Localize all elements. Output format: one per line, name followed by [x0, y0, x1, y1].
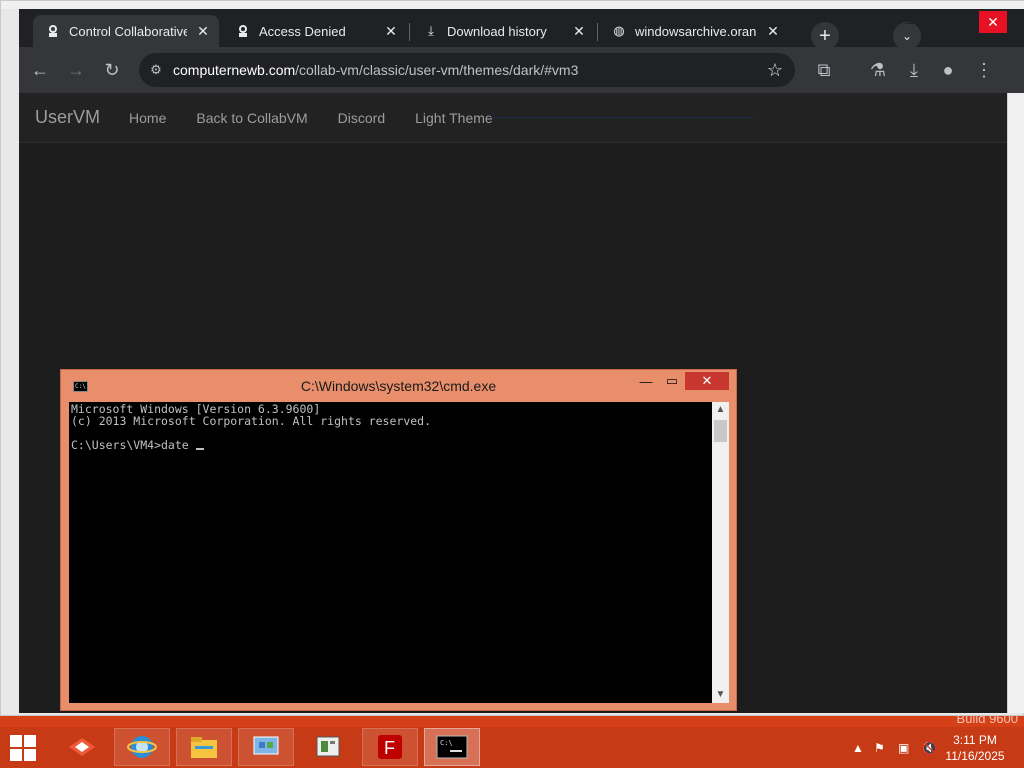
svg-text:C:\: C:\	[440, 739, 453, 747]
cmd-maximize-icon[interactable]: ▭	[659, 372, 685, 390]
clock-time: 3:11 PM	[953, 733, 997, 747]
action-center-flag-icon[interactable]: ⚑	[874, 727, 885, 768]
console-line: (c) 2013 Microsoft Corporation. All righ…	[71, 414, 432, 428]
downloads-icon[interactable]: ⤓	[901, 57, 927, 83]
browser-toolbar: ← → ↻ ⚙ computernewb.com/collab-vm/class…	[19, 47, 1024, 93]
network-icon[interactable]: ▣	[898, 727, 909, 768]
download-icon: ⤓	[428, 23, 434, 38]
cmd-taskbar-icon[interactable]: C:\	[424, 728, 480, 766]
svg-text:F: F	[384, 738, 395, 758]
cmd-close-button[interactable]: ✕	[685, 372, 729, 390]
bookmark-star-icon[interactable]: ☆	[767, 60, 783, 81]
tab-access-denied[interactable]: Access Denied ✕	[223, 15, 407, 47]
url-host: computernewb.com	[173, 62, 296, 78]
address-url[interactable]: computernewb.com/collab-vm/classic/user-…	[173, 62, 578, 78]
menu-kebab-icon[interactable]: ⋮	[971, 57, 997, 83]
new-tab-button[interactable]: +	[811, 22, 839, 50]
nav-home[interactable]: Home	[114, 110, 181, 126]
extensions-icon[interactable]: ⧉	[811, 57, 837, 83]
filezilla-icon[interactable]: F	[362, 728, 418, 766]
browser-scrollbar[interactable]	[1007, 93, 1024, 713]
forward-arrow-icon[interactable]: →	[63, 57, 89, 83]
scroll-down-icon[interactable]: ▼	[712, 687, 729, 703]
file-explorer-icon[interactable]	[176, 728, 232, 766]
browser-frame	[1, 1, 1024, 9]
close-icon[interactable]: ✕	[383, 23, 399, 39]
windows-start-icon[interactable]	[10, 735, 38, 761]
nav-discord[interactable]: Discord	[323, 110, 400, 126]
tab-control-collaborative[interactable]: Control Collaborative V ✕	[33, 15, 219, 47]
address-bar[interactable]: ⚙ computernewb.com/collab-vm/classic/use…	[139, 53, 795, 87]
url-path: /collab-vm/classic/user-vm/themes/dark/#…	[295, 62, 579, 78]
clock-date: 11/16/2025	[945, 749, 1005, 763]
back-arrow-icon[interactable]: ←	[27, 57, 53, 83]
tab-title: Control Collaborative V	[69, 23, 187, 39]
console-cursor	[195, 448, 204, 450]
tab-title: Download history	[447, 23, 547, 39]
title-bar-strip	[873, 1, 919, 9]
close-icon[interactable]: ✕	[571, 23, 587, 39]
close-icon[interactable]: ✕	[195, 23, 211, 39]
profile-avatar-icon[interactable]: ●	[935, 57, 961, 83]
maximize-icon[interactable]: ❐	[933, 9, 979, 35]
site-info-icon[interactable]: ⚙	[139, 62, 173, 78]
close-icon[interactable]: ✕	[765, 23, 781, 39]
tab-title: windowsarchive.orang	[635, 23, 757, 39]
tab-download-history[interactable]: ⤓ Download history ✕	[411, 15, 595, 47]
reload-icon[interactable]: ↻	[99, 57, 125, 83]
tab-title: Access Denied	[259, 23, 346, 39]
collabvm-icon	[235, 23, 251, 39]
tab-separator	[409, 23, 410, 41]
nav-back-to-collabvm[interactable]: Back to CollabVM	[181, 110, 322, 126]
collabvm-icon	[45, 23, 61, 39]
globe-icon: ◍	[613, 23, 625, 38]
photo-viewer-icon[interactable]	[54, 728, 110, 766]
cmd-minimize-icon[interactable]: —	[633, 372, 659, 390]
nav-divider	[489, 117, 754, 118]
control-panel-icon[interactable]	[238, 728, 294, 766]
tab-strip: Control Collaborative V ✕ Access Denied …	[19, 9, 1024, 50]
minimize-icon[interactable]: —	[889, 9, 935, 35]
cmd-window: C:\ C:\Windows\system32\cmd.exe — ▭ ✕ Mi…	[60, 369, 737, 711]
internet-explorer-icon[interactable]	[114, 728, 170, 766]
server-manager-icon[interactable]	[300, 728, 356, 766]
site-navbar: UserVM Home Back to CollabVM Discord Lig…	[19, 93, 1007, 143]
show-hidden-icons[interactable]: ▲	[852, 727, 864, 768]
cmd-console[interactable]: Microsoft Windows [Version 6.3.9600] (c) …	[69, 402, 712, 703]
tab-separator	[597, 23, 598, 41]
scroll-up-icon[interactable]: ▲	[712, 402, 729, 418]
cmd-scrollbar[interactable]: ▲ ▼	[712, 402, 729, 703]
site-brand[interactable]: UserVM	[35, 107, 100, 128]
tab-windowsarchive[interactable]: ◍ windowsarchive.orang ✕	[599, 15, 789, 47]
console-prompt-line: C:\Users\VM4>date	[71, 439, 710, 451]
volume-muted-icon[interactable]: 🔇	[922, 727, 937, 768]
labs-flask-icon[interactable]: ⚗	[865, 57, 891, 83]
taskbar: F C:\ ▲ ⚑ ▣ 🔇 3:11 PM 11/16/2025	[0, 727, 1024, 768]
taskbar-clock[interactable]: 3:11 PM 11/16/2025	[940, 732, 1010, 764]
close-window-button[interactable]: ✕	[979, 11, 1007, 33]
scroll-thumb[interactable]	[714, 420, 727, 442]
console-prompt: C:\Users\VM4>date	[71, 438, 196, 452]
